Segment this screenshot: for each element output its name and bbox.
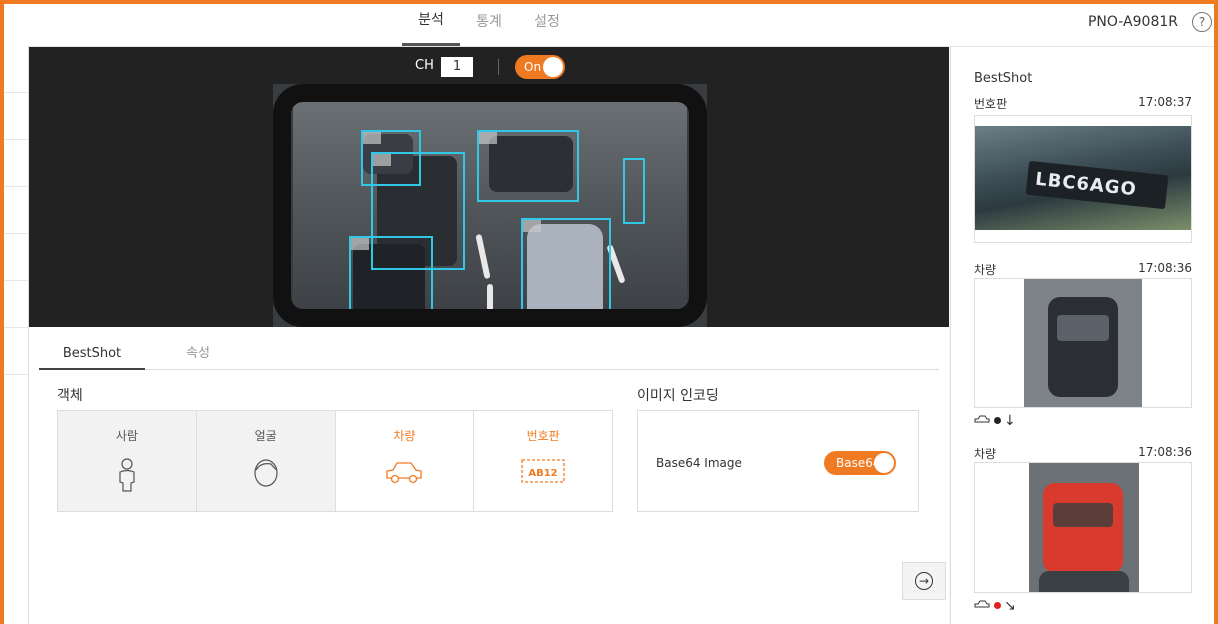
overlay-toggle-label: On (524, 60, 542, 74)
panel-tabs: BestShot 속성 (39, 339, 939, 370)
overlay-toggle[interactable]: On (515, 55, 565, 79)
bestshot-thumbnail[interactable]: LBC6AGO (974, 115, 1192, 243)
vehicle-image (1024, 279, 1142, 407)
tab-attributes[interactable]: 속성 (173, 339, 223, 369)
object-selector: 사람 얼굴 차량 번호판 AB12 (57, 410, 613, 512)
toggle-knob (543, 57, 563, 77)
person-icon (119, 458, 135, 492)
vehicle-shape (1039, 571, 1129, 592)
bestshot-panel: BestShot 번호판 17:08:37 LBC6AGO 차량 17:08:3… (950, 47, 1218, 624)
bestshot-time: 17:08:37 (1138, 95, 1192, 109)
object-section-title: 객체 (57, 388, 83, 404)
bestshot-item-header: 차량 17:08:36 (974, 445, 1192, 462)
direction-arrow: ↓ (1004, 413, 1016, 429)
color-dot (993, 602, 1001, 609)
channel-input[interactable]: 1 (441, 57, 473, 77)
tab-settings[interactable]: 설정 (518, 0, 576, 46)
windshield (1053, 503, 1113, 527)
encoding-section-title: 이미지 인코딩 (637, 388, 719, 404)
base64-toggle[interactable]: Base64 (824, 451, 896, 475)
vehicle-shape (1043, 483, 1123, 573)
left-nav-item[interactable] (4, 281, 28, 328)
left-nav-item[interactable] (4, 234, 28, 281)
object-person[interactable]: 사람 (58, 411, 197, 511)
arrow-right-icon: → (915, 572, 933, 590)
scrollbar[interactable] (1214, 61, 1218, 431)
camera-feed (273, 84, 707, 327)
object-label: 차량 (393, 429, 416, 443)
bestshot-time: 17:08:36 (1138, 261, 1192, 275)
object-face[interactable]: 얼굴 (196, 411, 336, 511)
license-plate-icon: AB12 (521, 459, 565, 483)
main-tabs: 분석 통계 설정 (402, 0, 576, 46)
bestshot-item-header: 차량 17:08:36 (974, 261, 1192, 278)
bestshot-time: 17:08:36 (1138, 445, 1192, 459)
plate-text: AB12 (528, 468, 557, 479)
bestshot-type: 차량 (974, 263, 997, 277)
encoding-label: Base64 Image (656, 456, 742, 470)
top-bar: 분석 통계 설정 PNO-A9081R ? (0, 0, 1218, 47)
channel-label: CH (415, 58, 434, 73)
bestshot-title: BestShot (974, 71, 1033, 86)
bestshot-attributes: ↘ (974, 598, 1016, 614)
direction-arrow: ↘ (1004, 598, 1016, 614)
next-button[interactable]: → (902, 562, 946, 600)
face-icon (254, 459, 278, 487)
encoding-box: Base64 Image Base64 (637, 410, 919, 512)
car-icon (386, 462, 423, 484)
bestshot-type: 차량 (974, 447, 997, 461)
bestshot-type: 번호판 (974, 97, 1008, 111)
bestshot-thumbnail[interactable] (974, 462, 1192, 593)
vehicle-image (1029, 463, 1139, 592)
vehicle-shape (1048, 297, 1118, 397)
tab-statistics[interactable]: 통계 (460, 0, 518, 46)
left-nav-item[interactable] (4, 187, 28, 234)
bestshot-attributes: ↓ (974, 413, 1016, 429)
bestshot-thumbnail[interactable] (974, 278, 1192, 408)
left-nav-strip (4, 46, 29, 624)
left-nav-item[interactable] (4, 328, 28, 375)
settings-panel: BestShot 속성 객체 사람 얼굴 차량 번호판 AB12 이미지 인코딩… (29, 327, 949, 624)
car-icon (974, 415, 990, 423)
object-vehicle[interactable]: 차량 (335, 411, 475, 511)
object-label: 번호판 (526, 429, 560, 443)
toggle-knob (874, 453, 894, 473)
device-model: PNO-A9081R (1087, 14, 1178, 30)
camera-rim (273, 84, 707, 327)
bestshot-item-header: 번호판 17:08:37 (974, 95, 1192, 112)
left-nav-item[interactable] (4, 93, 28, 140)
left-nav-item[interactable] (4, 46, 28, 93)
divider (498, 59, 499, 75)
car-icon (974, 600, 990, 608)
help-icon[interactable]: ? (1192, 12, 1212, 32)
tab-bestshot[interactable]: BestShot (39, 339, 145, 370)
left-nav-item[interactable] (4, 140, 28, 187)
object-license-plate[interactable]: 번호판 AB12 (474, 411, 612, 511)
tab-analysis[interactable]: 분석 (402, 0, 460, 46)
object-label: 사람 (115, 429, 138, 443)
color-dot (993, 417, 1001, 424)
windshield (1057, 315, 1109, 341)
video-viewer: CH 1 On (29, 47, 949, 327)
object-label: 얼굴 (254, 429, 277, 443)
